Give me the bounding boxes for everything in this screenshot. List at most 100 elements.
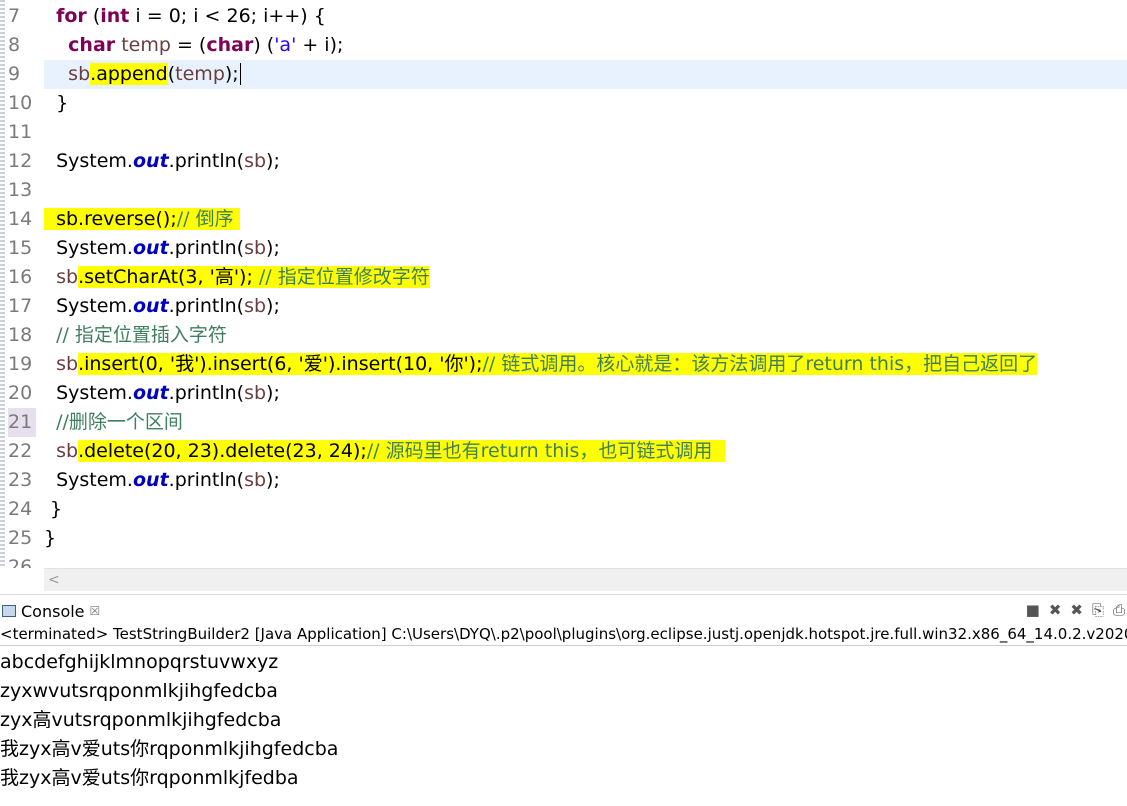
code-token: ); — [266, 237, 280, 259]
code-token: //删除一个区间 — [56, 411, 183, 433]
code-token: sb — [56, 353, 79, 375]
code-editor[interactable]: 7 8 9 10 11 12 13 14 15 16 17 18 19 20 21 22 23 24 25 26 fo… — [0, 0, 1127, 568]
code-token: sb — [244, 237, 267, 259]
console-icon — [2, 605, 16, 617]
code-line[interactable]: System.out.println(sb); — [44, 466, 1127, 495]
code-line[interactable]: //删除一个区间 — [44, 408, 1127, 437]
code-token: out — [132, 150, 169, 172]
line-number: 21 — [8, 408, 36, 437]
code-token: ); — [266, 382, 280, 404]
code-token: .println( — [168, 237, 245, 259]
line-number-gutter: 7 8 9 10 11 12 13 14 15 16 17 18 19 20 21 22 23 24 25 26 — [0, 0, 40, 568]
code-line[interactable]: } — [44, 495, 1127, 524]
code-line[interactable]: sb.reverse();// 倒序 — [44, 205, 1127, 234]
code-token: i = 0; i < 26; i++) { — [129, 5, 326, 27]
code-token: append — [96, 63, 168, 85]
code-line[interactable]: sb.setCharAt(3, '高'); // 指定位置修改字符 — [44, 263, 1127, 292]
code-line[interactable] — [44, 553, 1127, 568]
code-token: // 倒序 — [176, 208, 240, 230]
code-line[interactable]: System.out.println(sb); — [44, 234, 1127, 263]
code-token: } — [44, 527, 57, 549]
code-token: ); — [266, 469, 280, 491]
code-line[interactable]: System.out.println(sb); — [44, 379, 1127, 408]
code-token: .println( — [168, 150, 245, 172]
code-token: // 指定位置修改字符 — [258, 266, 430, 288]
console-toolbar: ■ ✖ ✖ ⎘ ⎙ — [1026, 601, 1125, 619]
code-token: out — [132, 295, 169, 317]
terminate-icon[interactable]: ■ — [1026, 601, 1040, 619]
code-token: out — [132, 469, 169, 491]
code-token: ); — [224, 63, 239, 85]
code-line[interactable]: sb.append(temp); — [44, 60, 1127, 89]
code-token: sb — [56, 440, 79, 462]
code-token: sb — [244, 469, 267, 491]
code-token: temp — [121, 34, 171, 56]
code-token: .delete(20, 23).delete(23, 24); — [78, 440, 367, 462]
code-token: System. — [44, 469, 133, 491]
code-token: .println( — [168, 469, 245, 491]
code-token: // 源码里也有return this，也可链式调用 — [366, 440, 725, 462]
code-line[interactable]: sb.insert(0, '我').insert(6, '爱').insert(… — [44, 350, 1127, 379]
code-line[interactable] — [44, 176, 1127, 205]
line-number: 19 — [8, 353, 33, 375]
code-line[interactable]: } — [44, 524, 1127, 553]
line-number: 22 — [8, 440, 33, 462]
code-token: .println( — [168, 382, 245, 404]
line-number: 23 — [8, 469, 33, 491]
code-token: for — [56, 5, 87, 27]
code-token: out — [132, 237, 169, 259]
line-number: 12 — [8, 150, 33, 172]
line-number: 7 — [8, 5, 21, 27]
code-line[interactable]: // 指定位置插入字符 — [44, 321, 1127, 350]
code-token: // 指定位置插入字符 — [56, 324, 227, 346]
code-token: ) ( — [253, 34, 275, 56]
code-token: ( — [86, 5, 101, 27]
code-line[interactable]: for (int i = 0; i < 26; i++) { — [44, 2, 1127, 31]
code-token: .setCharAt(3, '高'); — [78, 266, 259, 288]
code-token: .println( — [168, 295, 245, 317]
scroll-left-icon[interactable]: < — [48, 569, 60, 591]
output-line: 我zyx高v爱uts你rqponmlkjfedba — [0, 767, 299, 789]
code-line[interactable] — [44, 118, 1127, 147]
text-caret — [239, 63, 241, 85]
remove-all-icon[interactable]: ✖ — [1070, 601, 1083, 619]
line-number: 26 — [8, 556, 33, 568]
code-token: temp — [175, 63, 225, 85]
horizontal-scrollbar[interactable]: < — [44, 568, 1127, 591]
change-ruler — [0, 0, 5, 568]
line-number: 11 — [8, 121, 33, 143]
output-line: abcdefghijklmnopqrstuvwxyz — [0, 651, 279, 673]
tab-console[interactable]: Console ☒ — [2, 599, 100, 623]
line-number: 9 — [8, 63, 21, 85]
code-token: sb — [244, 150, 267, 172]
code-line[interactable]: char temp = (char) ('a' + i); — [44, 31, 1127, 60]
console-output[interactable]: abcdefghijklmnopqrstuvwxyz zyxwvutsrqponm… — [0, 648, 1127, 793]
console-tab-label: Console — [21, 601, 85, 621]
line-number: 14 — [8, 208, 33, 230]
code-token: char — [206, 34, 254, 56]
code-token: sb.reverse(); — [44, 208, 177, 230]
code-token: sb — [56, 266, 79, 288]
scroll-lock-icon[interactable]: ⎘ — [1092, 601, 1104, 619]
code-token: + i); — [296, 34, 344, 56]
code-line[interactable]: } — [44, 89, 1127, 118]
remove-launch-icon[interactable]: ✖ — [1049, 601, 1062, 619]
code-token: } — [44, 92, 69, 114]
close-icon[interactable]: ☒ — [90, 604, 101, 618]
code-token: System. — [44, 382, 133, 404]
code-line[interactable]: sb.delete(20, 23).delete(23, 24);// 源码里也… — [44, 437, 1127, 466]
code-token: ); — [266, 150, 280, 172]
code-token: sb — [244, 382, 267, 404]
code-token: // 链式调用。核心就是：该方法调用了return this，把自己返回了 — [482, 353, 1038, 375]
code-line[interactable]: System.out.println(sb); — [44, 292, 1127, 321]
show-console-icon[interactable]: ⎙ — [1113, 601, 1125, 619]
output-line: 我zyx高v爱uts你rqponmlkjihgfedcba — [0, 738, 339, 760]
code-line[interactable]: System.out.println(sb); — [44, 147, 1127, 176]
console-view-header: Console ☒ ■ ✖ ✖ ⎘ ⎙ — [0, 594, 1127, 624]
